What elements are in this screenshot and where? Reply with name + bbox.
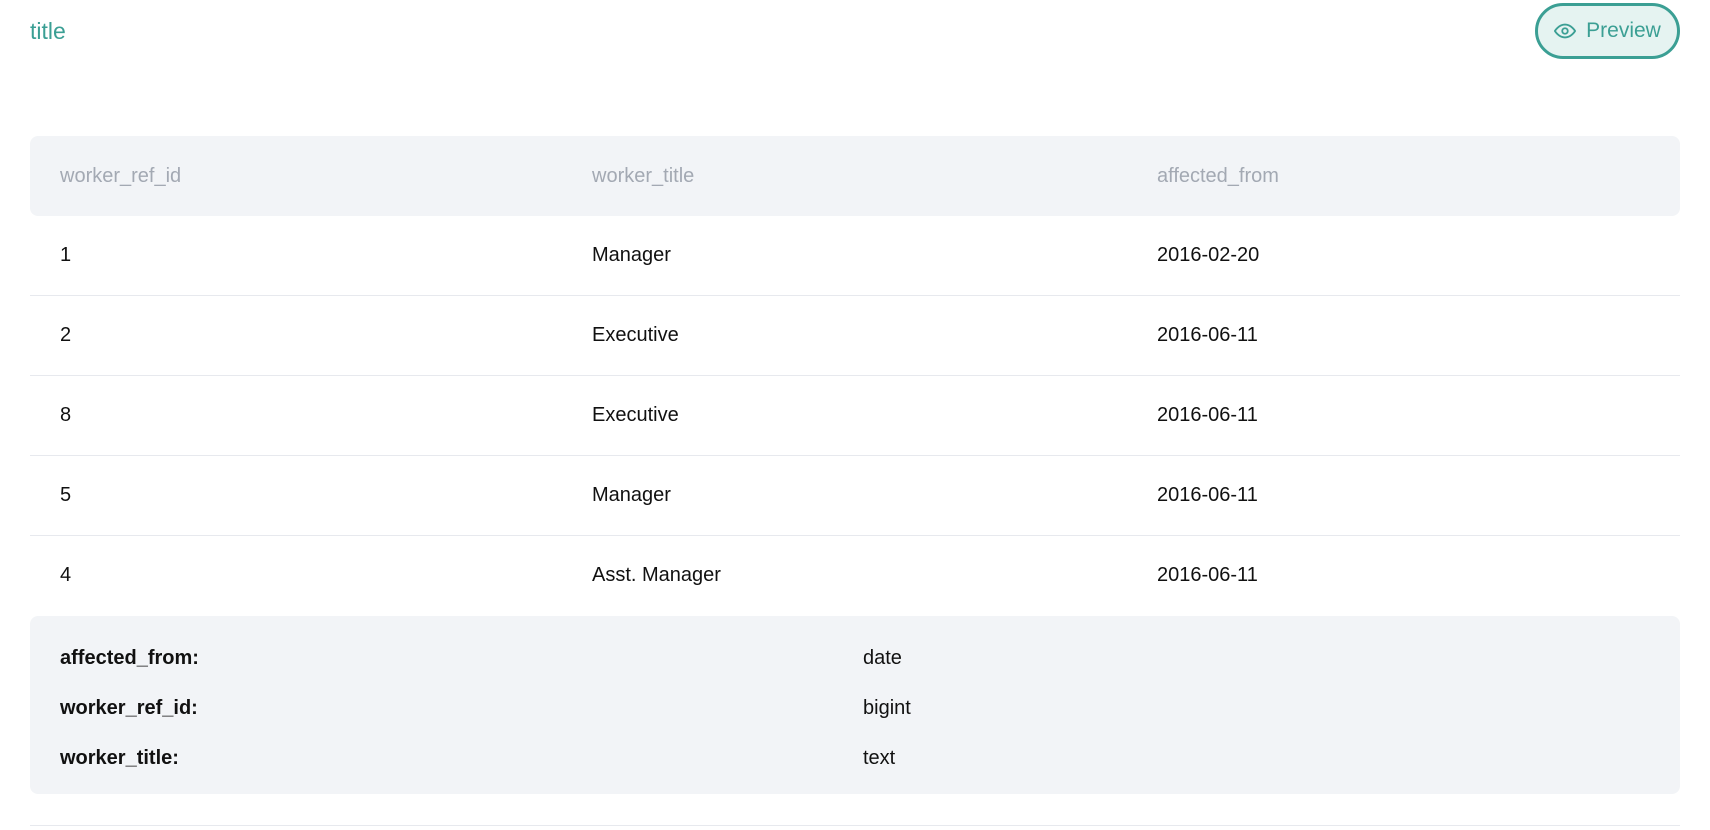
cell-affected-from: 2016-02-20 (1157, 244, 1260, 266)
cell-worker-title: Manager (592, 244, 671, 266)
cell-affected-from: 2016-06-11 (1157, 404, 1258, 426)
schema-row: worker_ref_id: bigint (30, 697, 1680, 727)
schema-column-type: text (863, 747, 896, 769)
schema-column-type: date (863, 647, 902, 669)
cell-worker-ref-id: 1 (60, 244, 72, 266)
table-row: 2 Executive 2016-06-11 (30, 296, 1680, 376)
data-table: worker_ref_id worker_title affected_from… (30, 136, 1680, 588)
table-row: 4 Asst. Manager 2016-06-11 (30, 536, 1680, 588)
page-title: title (30, 18, 66, 44)
cell-affected-from: 2016-06-11 (1157, 564, 1258, 586)
table-row: 1 Manager 2016-02-20 (30, 216, 1680, 296)
column-header-worker-ref-id: worker_ref_id (60, 164, 182, 187)
table-header: worker_ref_id worker_title affected_from (30, 136, 1680, 216)
cell-worker-title: Executive (592, 324, 679, 346)
schema-column-name: affected_from: (60, 647, 199, 669)
cell-affected-from: 2016-06-11 (1157, 484, 1258, 506)
schema-column-type: bigint (863, 697, 911, 719)
cell-worker-ref-id: 2 (60, 324, 72, 346)
table-row: 5 Manager 2016-06-11 (30, 456, 1680, 536)
column-header-affected-from: affected_from (1157, 164, 1279, 187)
cell-worker-ref-id: 4 (60, 564, 72, 586)
header: title Preview (30, 0, 1680, 64)
cell-worker-title: Asst. Manager (592, 564, 721, 586)
cell-affected-from: 2016-06-11 (1157, 324, 1258, 346)
schema-column-name: worker_ref_id: (60, 697, 198, 719)
eye-icon (1554, 20, 1577, 42)
cell-worker-ref-id: 8 (60, 404, 72, 426)
schema-panel: affected_from: date worker_ref_id: bigin… (30, 616, 1680, 794)
preview-button[interactable]: Preview (1535, 3, 1680, 59)
cell-worker-ref-id: 5 (60, 484, 72, 506)
schema-row: worker_title: text (30, 747, 1680, 777)
cell-worker-title: Executive (592, 404, 679, 426)
table-row: 8 Executive 2016-06-11 (30, 376, 1680, 456)
column-header-worker-title: worker_title (592, 164, 695, 187)
schema-row: affected_from: date (30, 647, 1680, 677)
divider (30, 825, 1680, 826)
schema-column-name: worker_title: (60, 747, 179, 769)
cell-worker-title: Manager (592, 484, 671, 506)
preview-button-label: Preview (1586, 19, 1661, 42)
